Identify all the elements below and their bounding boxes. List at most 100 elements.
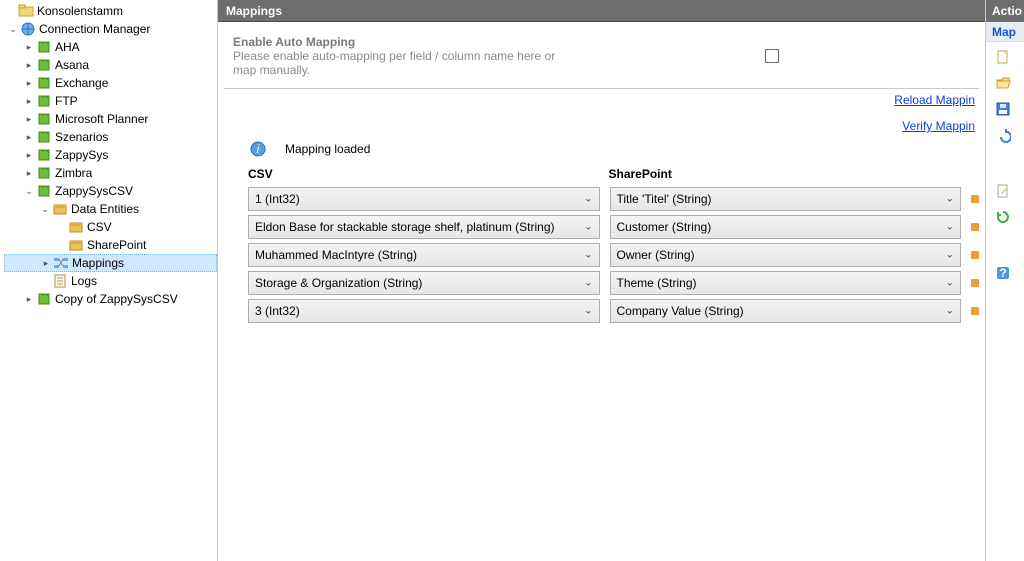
folder-icon — [18, 3, 34, 19]
tree-entity-label: SharePoint — [87, 238, 146, 252]
puzzle-icon — [36, 183, 52, 199]
csv-dropdown[interactable]: Muhammed MacIntyre (String)⌄ — [248, 243, 600, 267]
sp-dropdown-value: Theme (String) — [617, 276, 697, 290]
sp-dropdown[interactable]: Company Value (String) ⌄ — [610, 299, 962, 323]
chevron-right-icon[interactable]: ▸ — [22, 294, 36, 305]
edit-icon[interactable] — [994, 182, 1012, 200]
sp-dropdown[interactable]: Title 'Titel' (String)⌄ — [610, 187, 962, 211]
chevron-down-icon[interactable]: ⌄ — [6, 24, 20, 35]
puzzle-icon — [36, 147, 52, 163]
chevron-down-icon[interactable]: ⌄ — [22, 186, 36, 197]
sp-dropdown-value: Owner (String) — [617, 248, 695, 262]
tree-logs[interactable]: ▸ Logs — [4, 272, 217, 290]
mapping-rows: 1 (Int32)⌄Title 'Titel' (String)⌄Eldon B… — [218, 185, 985, 325]
tree-item-label: ZappySys — [55, 148, 108, 162]
tree-entity-csv[interactable]: ▸CSV — [4, 218, 217, 236]
chevron-right-icon[interactable]: ▸ — [22, 150, 36, 161]
chevron-right-icon[interactable]: ▸ — [22, 60, 36, 71]
entity-icon — [68, 219, 84, 235]
tree-item-label: AHA — [55, 40, 80, 54]
save-icon[interactable] — [994, 100, 1012, 118]
sp-dropdown[interactable]: Theme (String)⌄ — [610, 271, 962, 295]
tree-item-ftp[interactable]: ▸FTP — [4, 92, 217, 110]
help-icon[interactable]: ? — [994, 264, 1012, 282]
sp-dropdown-value: Title 'Titel' (String) — [617, 192, 712, 206]
chevron-right-icon[interactable]: ▸ — [22, 132, 36, 143]
chevron-right-icon[interactable]: ▸ — [22, 114, 36, 125]
chevron-down-icon[interactable]: ⌄ — [38, 204, 52, 215]
tree-zappysyscsv[interactable]: ⌄ ZappySysCSV — [4, 182, 217, 200]
puzzle-icon — [36, 75, 52, 91]
chevron-right-icon[interactable]: ▸ — [22, 96, 36, 107]
tree-item-asana[interactable]: ▸ Asana — [4, 56, 217, 74]
tree-item-label: Exchange — [55, 76, 108, 90]
csv-dropdown[interactable]: Storage & Organization (String)⌄ — [248, 271, 600, 295]
chevron-right-icon[interactable]: ▸ — [22, 42, 36, 53]
tree-de-label: Data Entities — [71, 202, 139, 216]
mapping-row: Storage & Organization (String)⌄ Theme (S… — [224, 269, 979, 297]
sp-dropdown[interactable]: Owner (String)⌄ — [610, 243, 962, 267]
sp-dropdown-value: Company Value (String) — [617, 304, 744, 318]
panel-title: Mappings — [218, 0, 985, 22]
puzzle-icon — [36, 129, 52, 145]
box-icon — [52, 201, 68, 217]
right-panel-subtitle: Map — [986, 22, 1024, 42]
status-row: i Mapping loaded — [218, 133, 985, 167]
info-icon: i — [250, 141, 266, 157]
chevron-right-icon[interactable]: ▸ — [39, 258, 53, 269]
puzzle-icon — [36, 111, 52, 127]
tree-copy-zcsv[interactable]: ▸ Copy of ZappySysCSV — [4, 290, 217, 308]
tree-item-zimbra[interactable]: ▸Zimbra — [4, 164, 217, 182]
automap-checkbox[interactable] — [765, 49, 779, 63]
col-sp-header: SharePoint — [609, 167, 956, 181]
tree-item-zappysys[interactable]: ▸ ZappySys — [4, 146, 217, 164]
tree-item-exchange[interactable]: ▸ Exchange — [4, 74, 217, 92]
status-dot-icon — [971, 279, 979, 287]
csv-dropdown-value: Eldon Base for stackable storage shelf, … — [255, 220, 554, 234]
mapping-row: 1 (Int32)⌄Title 'Titel' (String)⌄ — [224, 185, 979, 213]
tree-logs-label: Logs — [71, 274, 97, 288]
chevron-right-icon[interactable]: ▸ — [22, 78, 36, 89]
tree-root-label: Konsolenstamm — [37, 4, 123, 18]
right-subtitle-text: Map — [992, 25, 1016, 39]
csv-dropdown[interactable]: 1 (Int32)⌄ — [248, 187, 600, 211]
chevron-down-icon: ⌄ — [584, 306, 592, 317]
tree-connection-manager[interactable]: ⌄ Connection Manager — [4, 20, 217, 38]
tree-item-aha[interactable]: ▸ AHA — [4, 38, 217, 56]
undo-icon[interactable] — [994, 126, 1012, 144]
status-dot-icon — [971, 307, 979, 315]
tree-entity-sharepoint[interactable]: ▸SharePoint — [4, 236, 217, 254]
chevron-down-icon: ⌄ — [946, 222, 954, 233]
status-text: Mapping loaded — [285, 142, 370, 156]
tree-item-label: Microsoft Planner — [55, 112, 148, 126]
chevron-right-icon[interactable]: ▸ — [22, 168, 36, 179]
tree-item-label: Szenarios — [55, 130, 108, 144]
verify-mapping-link[interactable]: Verify Mappin — [902, 119, 975, 133]
csv-dropdown[interactable]: 3 (Int32)⌄ — [248, 299, 600, 323]
new-icon[interactable] — [994, 48, 1012, 66]
open-folder-icon[interactable] — [994, 74, 1012, 92]
refresh-icon[interactable] — [994, 208, 1012, 226]
csv-dropdown-value: Storage & Organization (String) — [255, 276, 422, 290]
chevron-down-icon: ⌄ — [584, 222, 592, 233]
tree-entity-label: CSV — [87, 220, 112, 234]
reload-mapping-link[interactable]: Reload Mappin — [894, 93, 975, 107]
chevron-down-icon: ⌄ — [946, 306, 954, 317]
tree-mappings-label: Mappings — [72, 256, 124, 270]
puzzle-icon — [36, 93, 52, 109]
csv-dropdown-value: Muhammed MacIntyre (String) — [255, 248, 417, 262]
tree-item-label: Asana — [55, 58, 89, 72]
svg-text:?: ? — [999, 266, 1006, 280]
tree-item-szenarios[interactable]: ▸ Szenarios — [4, 128, 217, 146]
tree-mappings[interactable]: ▸ Mappings — [4, 254, 217, 272]
tree-item-microsoft-planner[interactable]: ▸ Microsoft Planner — [4, 110, 217, 128]
chevron-down-icon: ⌄ — [584, 194, 592, 205]
entity-icon — [68, 237, 84, 253]
tree-data-entities[interactable]: ⌄ Data Entities — [4, 200, 217, 218]
puzzle-icon — [36, 291, 52, 307]
col-csv-header: CSV — [248, 167, 595, 181]
csv-dropdown[interactable]: Eldon Base for stackable storage shelf, … — [248, 215, 600, 239]
sp-dropdown[interactable]: Customer (String)⌄ — [610, 215, 962, 239]
status-dot-icon — [971, 223, 979, 231]
tree-root[interactable]: ▸ Konsolenstamm — [4, 2, 217, 20]
